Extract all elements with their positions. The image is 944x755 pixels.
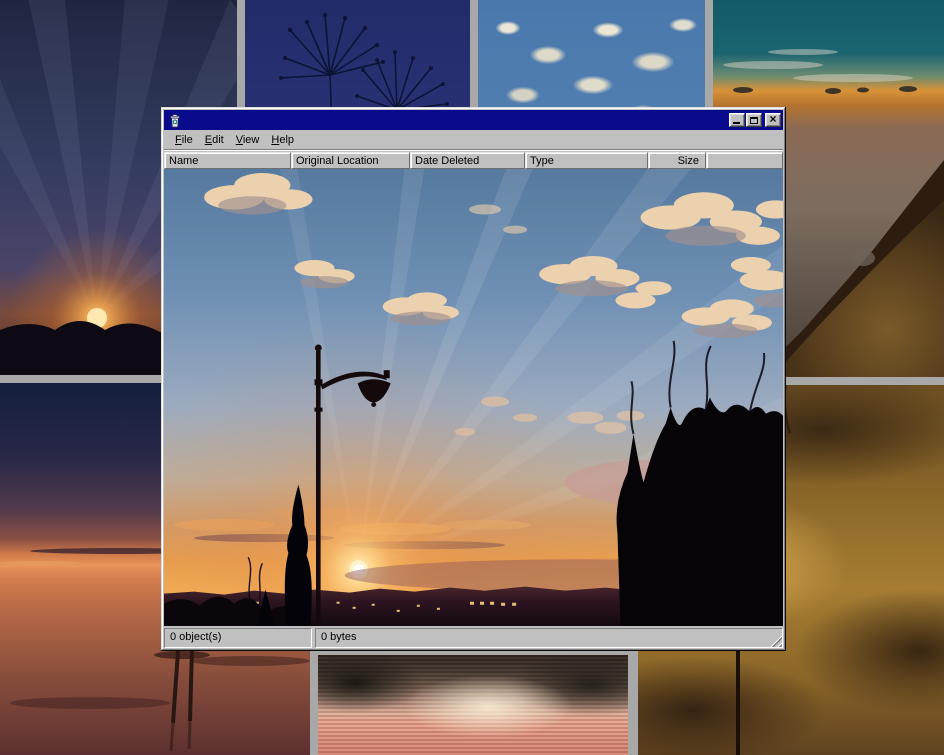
list-view-background-photo (164, 169, 783, 626)
menu-view[interactable]: View (230, 132, 266, 148)
close-icon: × (769, 114, 776, 124)
close-button[interactable]: × (765, 113, 781, 127)
title-bar[interactable]: × (164, 110, 783, 130)
maximize-icon (750, 117, 758, 124)
column-header-type[interactable]: Type (525, 152, 648, 169)
column-header-original-location[interactable]: Original Location (291, 152, 410, 169)
column-header-size[interactable]: Size (648, 152, 706, 169)
status-bar: 0 object(s) 0 bytes (164, 626, 783, 648)
minimize-button[interactable] (729, 113, 745, 127)
column-header-name[interactable]: Name (164, 152, 291, 169)
recycle-bin-icon[interactable] (167, 113, 183, 128)
recycle-bin-window: × File Edit View Help Name Original Loca… (161, 107, 786, 651)
status-size: 0 bytes (315, 628, 783, 648)
status-object-count: 0 object(s) (164, 628, 312, 648)
minimize-icon (733, 122, 740, 124)
desktop: × File Edit View Help Name Original Loca… (0, 0, 944, 755)
menu-help[interactable]: Help (265, 132, 300, 148)
maximize-button[interactable] (746, 113, 762, 127)
column-header-date-deleted[interactable]: Date Deleted (410, 152, 525, 169)
menu-bar: File Edit View Help (164, 130, 783, 149)
column-header-row: Name Original Location Date Deleted Type… (164, 152, 783, 169)
menu-file[interactable]: File (169, 132, 199, 148)
water-reflection-photo (318, 655, 628, 755)
column-header-blank[interactable] (706, 152, 783, 169)
menu-edit[interactable]: Edit (199, 132, 230, 148)
menu-separator (164, 149, 783, 151)
